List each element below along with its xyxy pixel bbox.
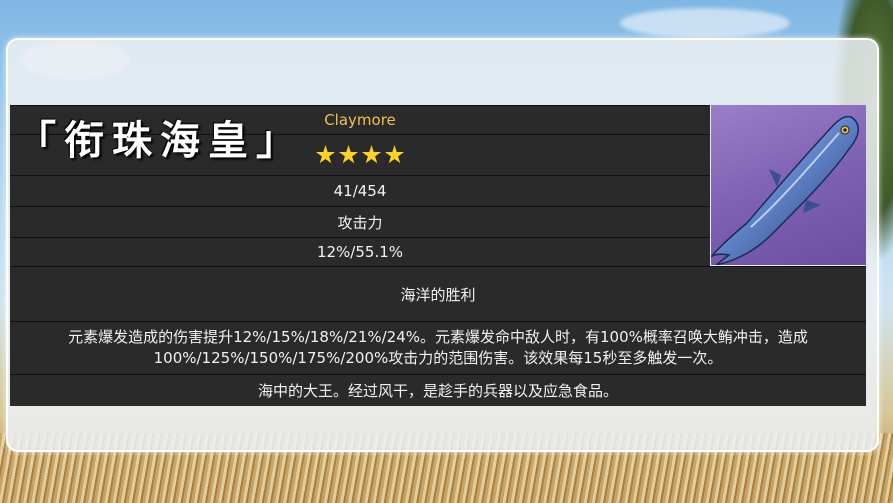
base-atk-row: 41/454	[10, 175, 710, 206]
star-icon	[384, 145, 405, 164]
star-icon	[361, 145, 382, 164]
passive-description-row: 元素爆发造成的伤害提升12%/15%/18%/21%/24%。元素爆发命中敌人时…	[10, 321, 866, 374]
weapon-image	[711, 105, 866, 265]
substat-name-row: 攻击力	[10, 206, 710, 237]
flavor-text-row: 海中的大王。经过风干，是趁手的兵器以及应急食品。	[10, 374, 866, 406]
passive-name-row: 海洋的胜利	[10, 266, 866, 321]
passive-description: 元素爆发造成的伤害提升12%/15%/18%/21%/24%。元素爆发命中敌人时…	[68, 328, 808, 367]
weapon-name-title: 「衔珠海皇」	[16, 117, 304, 164]
substat-name: 攻击力	[337, 213, 383, 232]
rarity-stars	[315, 145, 405, 165]
fish-icon	[711, 115, 859, 265]
star-icon	[338, 145, 359, 164]
substat-value-row: 12%/55.1%	[10, 237, 710, 266]
substat-value: 12%/55.1%	[316, 243, 404, 261]
star-icon	[315, 145, 336, 164]
passive-name: 海洋的胜利	[400, 285, 476, 304]
flavor-text: 海中的大王。经过风干，是趁手的兵器以及应急食品。	[257, 382, 618, 400]
background-cloud	[620, 8, 790, 38]
base-atk-value: 41/454	[333, 182, 387, 200]
weapon-type-label: Claymore	[324, 111, 396, 129]
